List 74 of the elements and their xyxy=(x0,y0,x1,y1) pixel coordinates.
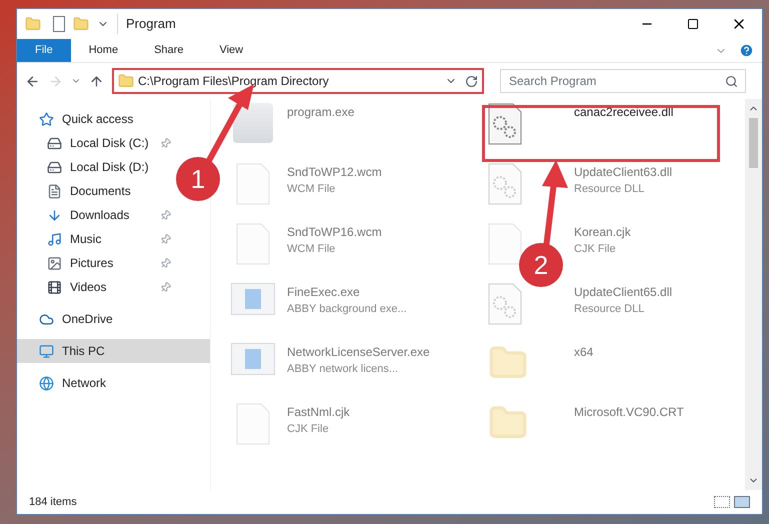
music-note-icon xyxy=(47,232,62,246)
blank-file-icon xyxy=(236,403,270,445)
sidebar-item[interactable]: Pictures xyxy=(17,251,175,275)
program-window-icon xyxy=(231,343,275,375)
folder-icon xyxy=(73,16,89,32)
file-name[interactable]: FineExec.exe xyxy=(287,283,407,301)
file-name[interactable]: canac2receivee.dll xyxy=(574,103,674,121)
gears-file-icon xyxy=(488,103,522,145)
file-type: ABBY background exe... xyxy=(287,302,407,317)
sidebar-item[interactable]: Local Disk (C:) xyxy=(17,131,175,155)
folder-icon xyxy=(118,73,134,89)
gears-file-icon xyxy=(488,163,522,205)
file-name[interactable]: SndToWP12.wcm xyxy=(287,163,382,181)
ribbon-tab[interactable]: View xyxy=(201,39,262,62)
item-count: 184 items xyxy=(29,494,78,510)
document-icon xyxy=(47,184,62,198)
download-icon xyxy=(47,208,62,222)
address-path: C:\Program Files\Program Directory xyxy=(138,73,330,90)
network-icon xyxy=(39,376,54,390)
file-name[interactable]: program.exe xyxy=(287,103,354,121)
sidebar-item[interactable]: OneDrive xyxy=(17,307,175,331)
folder-icon xyxy=(25,16,41,32)
blank-file-icon xyxy=(488,223,522,265)
application-icon xyxy=(233,103,273,143)
picture-icon xyxy=(47,256,62,270)
ribbon-tab[interactable]: File xyxy=(17,39,71,62)
sidebar-item[interactable]: Music xyxy=(17,227,175,251)
details-view-icon[interactable] xyxy=(714,496,730,508)
sidebar-item[interactable]: Videos xyxy=(17,275,175,299)
file-name[interactable]: Microsoft.VC90.CRT xyxy=(574,403,684,421)
cloud-icon xyxy=(39,312,54,326)
file-name[interactable]: SndToWP16.wcm xyxy=(287,223,382,241)
back-icon[interactable] xyxy=(25,74,40,88)
search-icon xyxy=(725,75,738,88)
search-field[interactable]: Search Program xyxy=(500,69,746,93)
file-name[interactable]: Korean.cjk xyxy=(574,223,631,241)
ribbon-tab[interactable]: Share xyxy=(136,39,202,62)
program-window-icon xyxy=(231,283,275,315)
file-name[interactable]: FastNml.cjk xyxy=(287,403,350,421)
file-name[interactable]: x64 xyxy=(574,343,594,361)
file-type: CJK File xyxy=(574,242,617,257)
address-bar[interactable]: C:\Program Files\Program Directory xyxy=(112,68,484,94)
drive-icon xyxy=(47,136,62,150)
sidebar-item[interactable]: Network xyxy=(17,371,175,395)
up-icon[interactable] xyxy=(89,74,104,88)
blank-file-icon xyxy=(236,223,270,265)
scrollbar[interactable] xyxy=(745,99,762,490)
file-type: Resource DLL xyxy=(574,302,646,317)
sidebar-item[interactable]: Local Disk (D:) xyxy=(17,155,175,179)
file-type: CJK File xyxy=(287,422,330,437)
file-name[interactable]: NetworkLicenseServer.exe xyxy=(287,343,430,361)
file-name[interactable]: UpdateClient65.dll xyxy=(574,283,672,301)
window-title: Program xyxy=(117,14,624,34)
help-icon[interactable] xyxy=(739,43,754,58)
sidebar-item[interactable]: This PC xyxy=(17,339,210,363)
file-name[interactable]: UpdateClient63.dll xyxy=(574,163,672,181)
file-type: ABBY network licens... xyxy=(287,362,400,377)
file-type: Resource DLL xyxy=(574,182,646,197)
file-type: WCM File xyxy=(287,182,336,197)
large-icons-view-icon[interactable] xyxy=(734,496,750,508)
maximize-icon xyxy=(687,18,699,30)
scrollbar-thumb[interactable] xyxy=(749,118,758,168)
refresh-icon[interactable] xyxy=(465,74,478,88)
star-icon xyxy=(39,112,54,126)
sidebar-item[interactable]: Quick access xyxy=(17,107,175,131)
sidebar-item[interactable]: Downloads xyxy=(17,203,175,227)
blank-file-icon xyxy=(236,163,270,205)
ribbon-tab[interactable]: Home xyxy=(70,39,136,62)
monitor-icon xyxy=(39,344,54,358)
sidebar-item[interactable]: Documents xyxy=(17,179,175,203)
film-icon xyxy=(47,280,62,294)
gears-file-icon xyxy=(488,283,522,325)
drive-icon xyxy=(47,160,62,174)
file-type: WCM File xyxy=(287,242,336,257)
